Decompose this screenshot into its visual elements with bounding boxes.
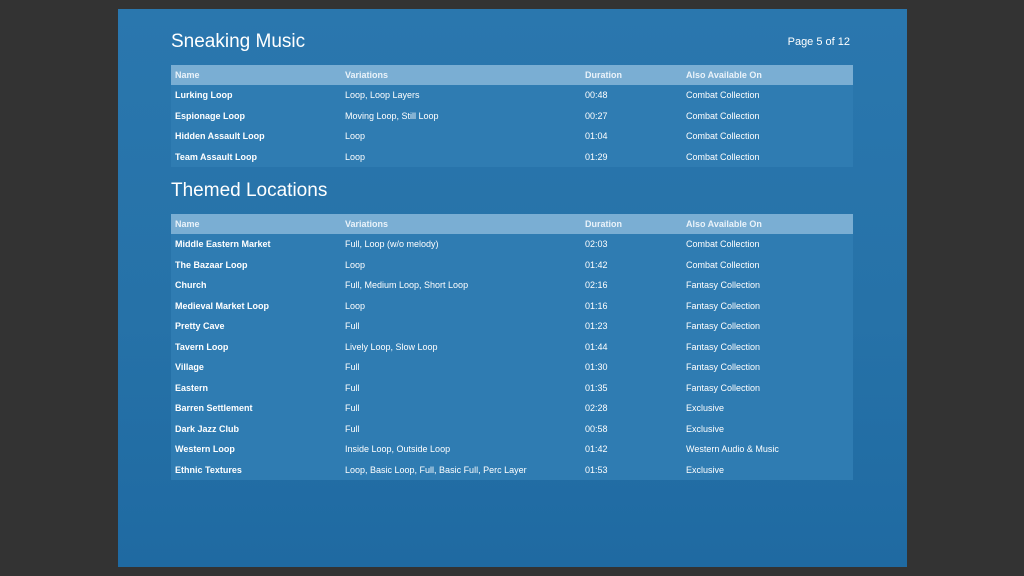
variations-cell: Full	[345, 362, 360, 373]
variations-cell: Loop, Loop Layers	[345, 90, 420, 101]
name-cell: Tavern Loop	[175, 341, 229, 352]
variations-cell: Moving Loop, Still Loop	[345, 110, 439, 121]
also-available-cell: Fantasy Collection	[686, 382, 761, 393]
column-header-name: Name	[175, 70, 200, 80]
duration-cell: 01:16	[585, 300, 608, 311]
variations-cell: Full	[345, 423, 360, 434]
also-available-cell: Fantasy Collection	[686, 321, 761, 332]
table-row: Lurking Loop Loop, Loop Layers 00:48 Combat…	[171, 85, 853, 106]
name-cell: Team Assault Loop	[175, 151, 258, 162]
also-available-cell: Exclusive	[686, 423, 725, 434]
duration-cell: 01:04	[585, 131, 608, 142]
table-row: Middle Eastern Market Full, Loop (w/o mel…	[171, 234, 853, 255]
variations-cell: Full, Loop (w/o melody)	[345, 239, 439, 250]
duration-cell: 01:53	[585, 464, 608, 475]
duration-cell: 01:29	[585, 151, 608, 162]
also-available-cell: Combat Collection	[686, 259, 760, 270]
column-header-variations: Variations	[345, 70, 389, 80]
page-number: Page 5 of 12	[787, 36, 850, 48]
duration-cell: 01:35	[585, 382, 608, 393]
section-title-sneaking-music: Sneaking Music	[171, 31, 306, 52]
name-cell: Lurking Loop	[175, 90, 233, 101]
also-available-cell: Fantasy Collection	[686, 341, 761, 352]
column-header-duration: Duration	[585, 219, 622, 229]
table-header-row: Name Variations Duration Also Available …	[171, 65, 853, 85]
also-available-cell: Fantasy Collection	[686, 362, 761, 373]
also-available-cell: Combat Collection	[686, 110, 760, 121]
variations-cell: Loop	[345, 259, 366, 270]
duration-cell: 01:30	[585, 362, 608, 373]
column-header-variations: Variations	[345, 219, 389, 229]
name-cell: Ethnic Textures	[175, 464, 242, 475]
table-row: Tavern Loop Lively Loop, Slow Loop 01:44 Fa…	[171, 336, 853, 357]
table-row: Medieval Market Loop Loop 01:16 Fantasy Col…	[171, 295, 853, 316]
variations-cell: Loop, Basic Loop, Full, Basic Full, Perc…	[345, 464, 527, 475]
also-available-cell: Fantasy Collection	[686, 300, 761, 311]
table-row: Barren Settlement Full 02:28 Exclusive	[171, 398, 853, 419]
name-cell: Church	[175, 280, 207, 291]
column-header-name: Name	[175, 219, 200, 229]
also-available-cell: Fantasy Collection	[686, 280, 761, 291]
duration-cell: 00:48	[585, 90, 608, 101]
also-available-cell: Exclusive	[686, 464, 725, 475]
name-cell: Village	[175, 362, 204, 373]
variations-cell: Lively Loop, Slow Loop	[345, 341, 438, 352]
variations-cell: Full	[345, 382, 360, 393]
also-available-cell: Combat Collection	[686, 131, 760, 142]
name-cell: Pretty Cave	[175, 321, 225, 332]
themed-locations-table: Name Variations Duration Also Available …	[171, 214, 853, 480]
column-header-also-available: Also Available On	[686, 70, 762, 80]
name-cell: Barren Settlement	[175, 403, 253, 414]
variations-cell: Full	[345, 321, 360, 332]
duration-cell: 00:27	[585, 110, 608, 121]
also-available-cell: Combat Collection	[686, 151, 760, 162]
table-body: Middle Eastern Market Full, Loop (w/o mel…	[171, 234, 853, 480]
name-cell: Eastern	[175, 382, 209, 393]
duration-cell: 00:58	[585, 423, 608, 434]
duration-cell: 01:23	[585, 321, 608, 332]
name-cell: Hidden Assault Loop	[175, 131, 265, 142]
table-row: Western Loop Inside Loop, Outside Loop 01:…	[171, 439, 853, 460]
variations-cell: Inside Loop, Outside Loop	[345, 444, 451, 455]
variations-cell: Full, Medium Loop, Short Loop	[345, 280, 469, 291]
table-row: Hidden Assault Loop Loop 01:04 Combat Colle…	[171, 126, 853, 147]
duration-cell: 02:16	[585, 280, 608, 291]
column-header-duration: Duration	[585, 70, 622, 80]
table-row: The Bazaar Loop Loop 01:42 Combat Collectio…	[171, 254, 853, 275]
table-row: Espionage Loop Moving Loop, Still Loop 00:…	[171, 105, 853, 126]
duration-cell: 02:28	[585, 403, 608, 414]
table-header-row: Name Variations Duration Also Available …	[171, 214, 853, 234]
duration-cell: 02:03	[585, 239, 608, 250]
also-available-cell: Combat Collection	[686, 90, 760, 101]
also-available-cell: Combat Collection	[686, 239, 760, 250]
name-cell: Dark Jazz Club	[175, 423, 240, 434]
duration-cell: 01:42	[585, 444, 608, 455]
also-available-cell: Western Audio & Music	[686, 444, 779, 455]
variations-cell: Loop	[345, 300, 366, 311]
column-header-also-available: Also Available On	[686, 219, 762, 229]
table-row: Dark Jazz Club Full 00:58 Exclusive	[171, 418, 853, 439]
name-cell: Middle Eastern Market	[175, 239, 271, 250]
table-row: Church Full, Medium Loop, Short Loop 02:16…	[171, 275, 853, 296]
table-row: Team Assault Loop Loop 01:29 Combat Collect…	[171, 146, 853, 167]
variations-cell: Loop	[345, 131, 366, 142]
name-cell: The Bazaar Loop	[175, 259, 248, 270]
document-page: Sneaking Music Page 5 of 12 Name Variati…	[118, 9, 907, 567]
table-body: Lurking Loop Loop, Loop Layers 00:48 Combat…	[171, 85, 853, 167]
variations-cell: Loop	[345, 151, 366, 162]
duration-cell: 01:44	[585, 341, 608, 352]
name-cell: Espionage Loop	[175, 110, 246, 121]
section-title-themed-locations: Themed Locations	[171, 180, 328, 201]
variations-cell: Full	[345, 403, 360, 414]
table-row: Eastern Full 01:35 Fantasy Collection	[171, 377, 853, 398]
table-row: Ethnic Textures Loop, Basic Loop, Full, B…	[171, 459, 853, 480]
duration-cell: 01:42	[585, 259, 608, 270]
table-row: Pretty Cave Full 01:23 Fantasy Collection	[171, 316, 853, 337]
name-cell: Western Loop	[175, 444, 235, 455]
sneaking-music-table: Name Variations Duration Also Available …	[171, 65, 853, 167]
also-available-cell: Exclusive	[686, 403, 725, 414]
table-row: Village Full 01:30 Fantasy Collection	[171, 357, 853, 378]
name-cell: Medieval Market Loop	[175, 300, 270, 311]
